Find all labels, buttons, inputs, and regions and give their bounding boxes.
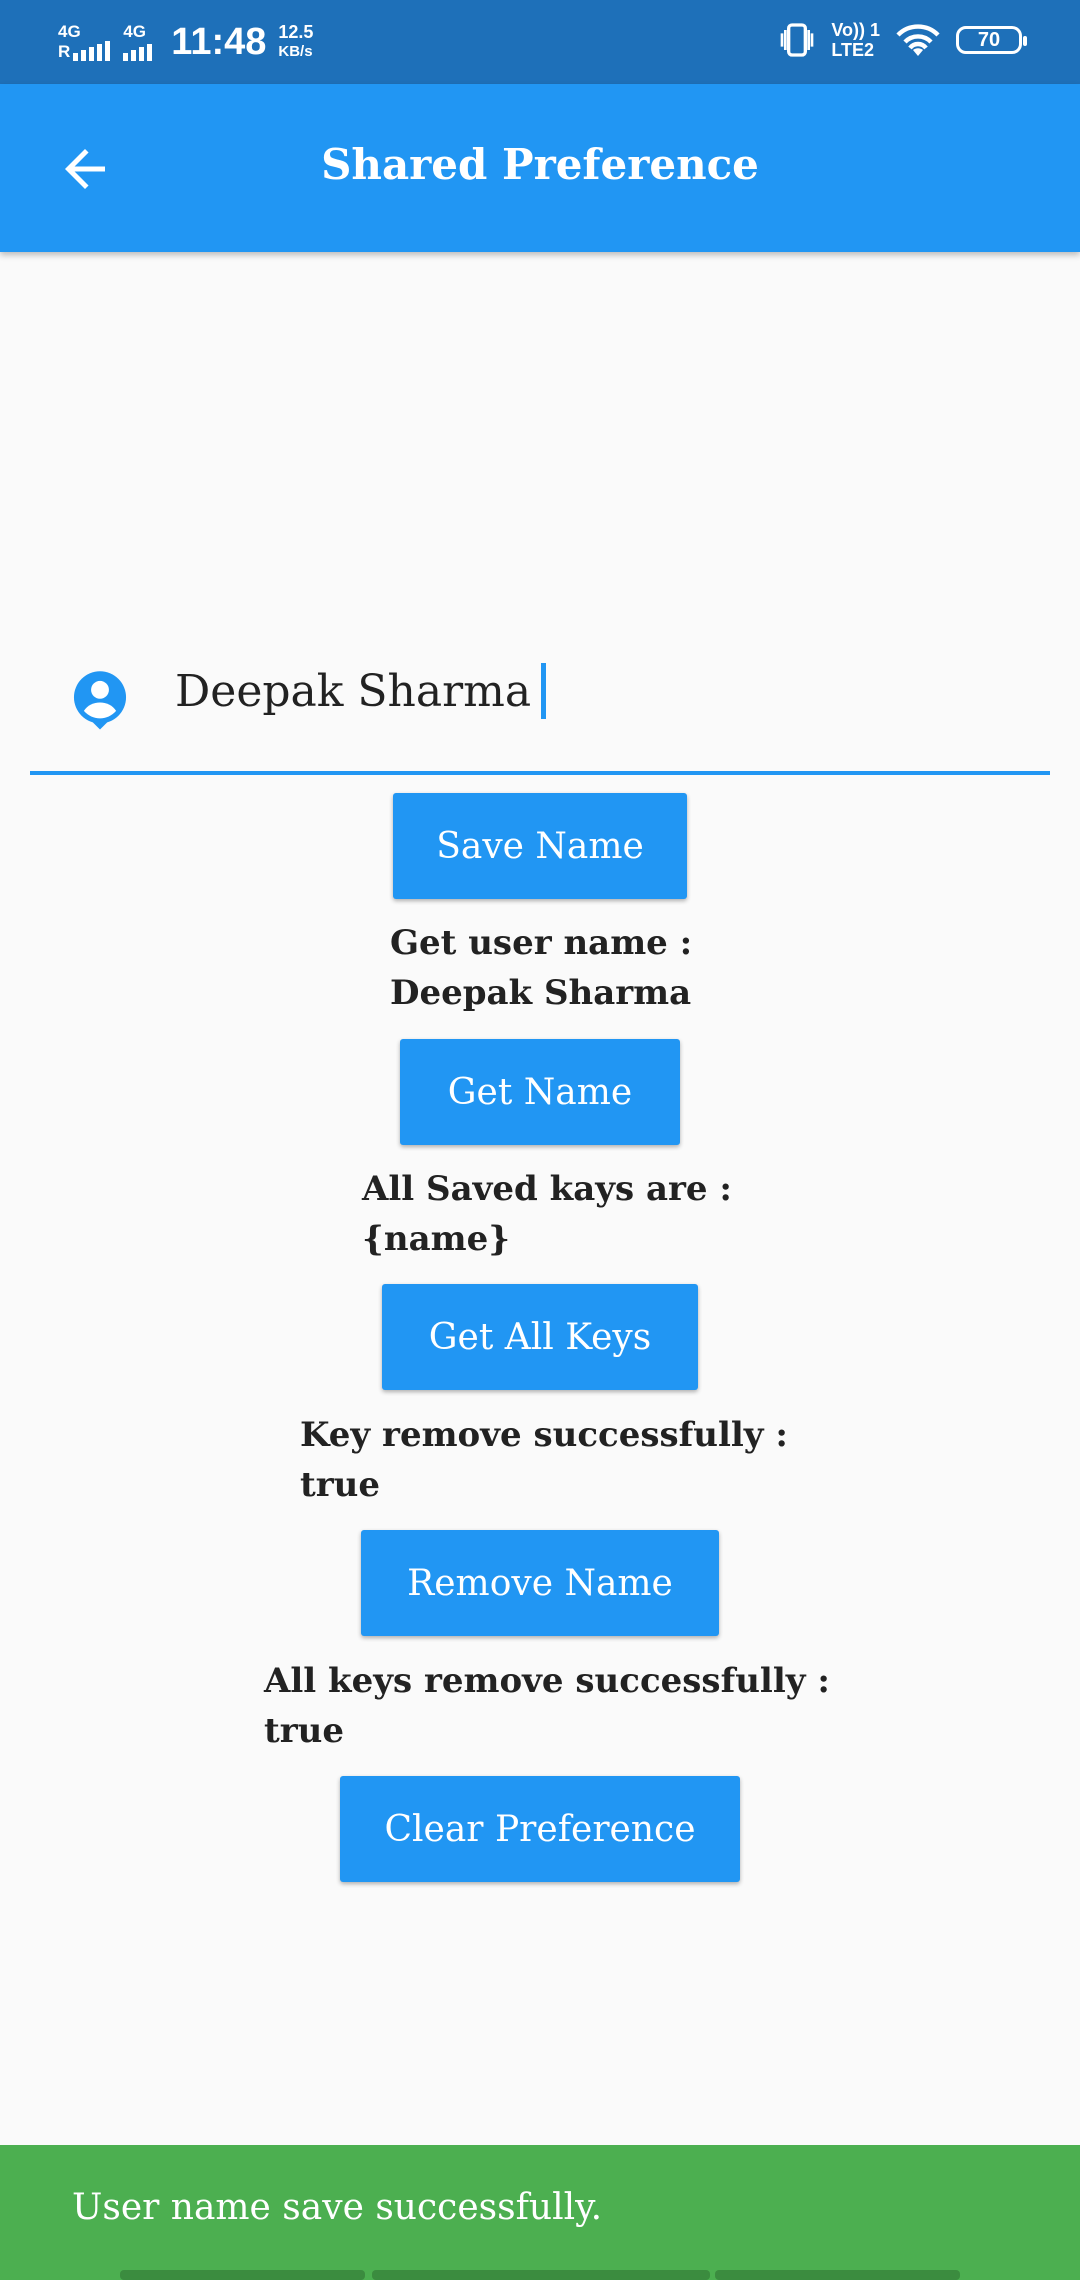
app-bar: Shared Preference	[0, 84, 1080, 252]
snackbar: User name save successfully.	[0, 2145, 1080, 2280]
nav-bar-segment	[120, 2270, 365, 2280]
vibrate-icon	[780, 23, 814, 57]
volte-indicator: Vo)) 1 LTE2	[831, 20, 880, 60]
status-bar: 4G R 4G 11:48 12.5 KB/s Vo)) 1 LTE2 70	[0, 0, 1080, 84]
remove-result-line2: true	[300, 1465, 380, 1505]
snackbar-message: User name save successfully.	[72, 2187, 603, 2228]
name-input-value[interactable]: Deepak Sharma	[175, 663, 547, 719]
network-type-label-2: 4G	[123, 22, 146, 41]
get-keys-result-line2: {name}	[362, 1219, 511, 1259]
get-keys-result: All Saved kays are : {name}	[362, 1164, 732, 1264]
get-name-result: Get user name : Deepak Sharma	[390, 918, 692, 1018]
clock: 11:48	[171, 21, 267, 63]
account-circle-icon	[73, 671, 127, 730]
save-name-button[interactable]: Save Name	[393, 793, 687, 899]
network-speed: 12.5 KB/s	[278, 22, 313, 62]
page-title: Shared Preference	[321, 140, 759, 189]
roaming-label: R	[58, 42, 71, 61]
get-name-result-line1: Get user name :	[390, 923, 693, 963]
signal-sim1: 4G R	[58, 23, 113, 61]
volte-line2: LTE2	[831, 40, 874, 60]
get-name-button[interactable]: Get Name	[400, 1039, 680, 1145]
input-underline	[30, 771, 1050, 775]
wifi-icon	[896, 24, 940, 56]
signal-bars-icon: R	[58, 41, 113, 61]
signal-bars-icon-2	[123, 41, 155, 61]
clear-result: All keys remove successfully : true	[264, 1656, 830, 1756]
nav-bar-segment	[372, 2270, 710, 2280]
battery-icon: 70	[956, 26, 1027, 54]
battery-level: 70	[977, 28, 1001, 51]
status-left: 4G R 4G 11:48 12.5 KB/s	[58, 14, 313, 70]
speed-value: 12.5	[278, 22, 314, 42]
name-input-text: Deepak Sharma	[175, 665, 532, 717]
remove-name-button[interactable]: Remove Name	[361, 1530, 719, 1636]
get-keys-result-line1: All Saved kays are :	[362, 1169, 732, 1209]
speed-unit: KB/s	[278, 43, 313, 60]
get-all-keys-button[interactable]: Get All Keys	[382, 1284, 698, 1390]
clear-preference-button[interactable]: Clear Preference	[340, 1776, 740, 1882]
text-cursor	[541, 663, 547, 719]
network-type-label: 4G	[58, 22, 81, 41]
clear-result-line1: All keys remove successfully :	[264, 1661, 830, 1701]
nav-bar-segment	[715, 2270, 960, 2280]
get-name-result-line2: Deepak Sharma	[390, 973, 692, 1013]
volte-line1: Vo)) 1	[831, 20, 880, 40]
remove-result-line1: Key remove successfully :	[300, 1415, 788, 1455]
name-input[interactable]: Deepak Sharma	[30, 635, 1050, 775]
clear-result-line2: true	[264, 1711, 344, 1751]
status-right: Vo)) 1 LTE2 70	[777, 20, 1027, 60]
signal-sim2: 4G	[123, 23, 155, 61]
remove-result: Key remove successfully : true	[300, 1410, 788, 1510]
